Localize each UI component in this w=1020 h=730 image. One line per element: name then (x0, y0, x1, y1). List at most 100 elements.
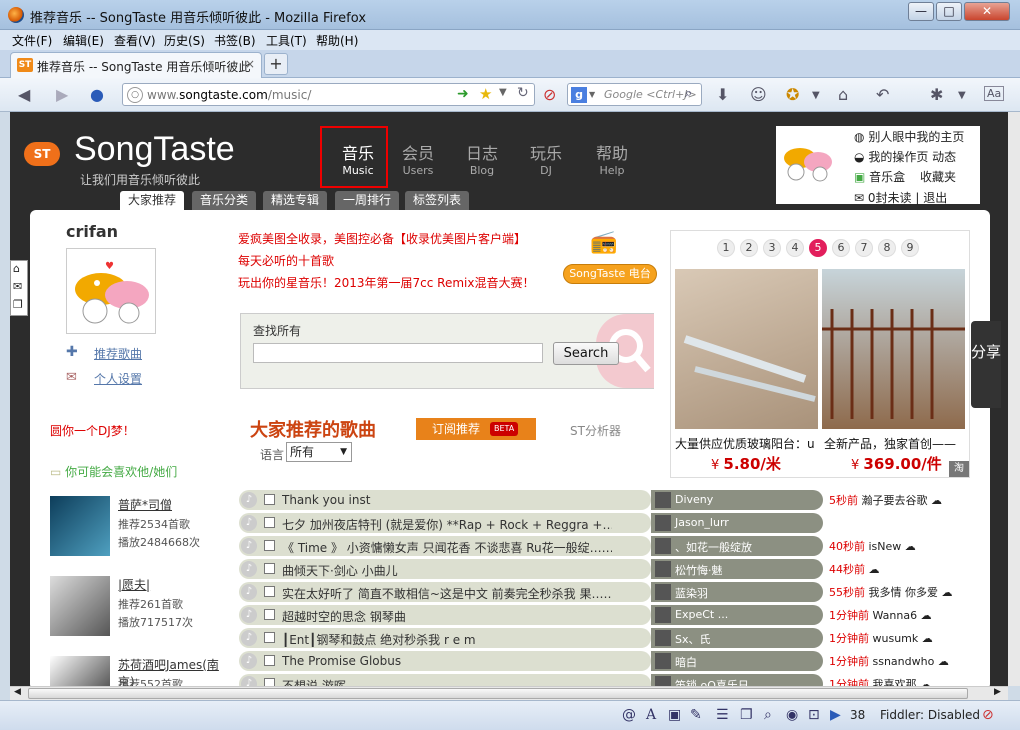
google-engine-icon[interactable]: g (571, 87, 587, 103)
music-note-icon[interactable]: ♪ (241, 676, 257, 686)
play-icon[interactable]: ▶ (830, 707, 841, 723)
recommender-name[interactable]: 笛锁 oO喜乐日 (675, 677, 749, 686)
music-note-icon[interactable]: ♪ (241, 492, 257, 508)
ad-page-2[interactable]: 2 (740, 239, 758, 257)
song-row[interactable]: ♪ ┃Ent┃钢琴和鼓点 绝对秒杀我 r e m Sx、氏 1分钟前 wusumk ☁ (239, 626, 989, 649)
maximize-button[interactable]: □ (936, 2, 962, 21)
home-globe-icon[interactable]: ● (90, 85, 104, 104)
menu-help[interactable]: 帮助(H) (316, 32, 358, 49)
song-bar[interactable]: ♪ 实在太好听了 简直不敢相信~这是中文 前奏完全秒杀我 果…… (239, 582, 651, 602)
settings-icon[interactable]: ✉ (66, 370, 77, 385)
greasemonkey-icon[interactable]: ✪ (786, 85, 799, 104)
subtab-music-category[interactable]: 音乐分类 (192, 191, 257, 210)
my-homepage-link[interactable]: ◍ 别人眼中我的主页 (854, 128, 964, 145)
recommender-bar[interactable]: 松竹悔·魅 (651, 559, 823, 579)
song-checkbox[interactable] (264, 540, 275, 551)
song-title[interactable]: 《 Time 》 小资慵懒女声 只闻花香 不谈悲喜 Ru花一般绽…… (282, 539, 612, 556)
search-icon[interactable]: ⌕ (685, 86, 692, 101)
ad-page-3[interactable]: 3 (763, 239, 781, 257)
music-note-icon[interactable]: ♪ (241, 630, 257, 646)
back-icon[interactable]: ◀ (18, 85, 30, 104)
recommender-name[interactable]: 、如花一般绽放 (675, 539, 752, 555)
nav-dj[interactable]: 玩乐 DJ (518, 140, 574, 177)
promo-link-2[interactable]: 每天必听的十首歌 (238, 252, 334, 269)
personal-settings-link[interactable]: 个人设置 (94, 370, 142, 387)
ad-image[interactable] (675, 269, 818, 429)
recommended-user[interactable]: |愿夫| 推荐261首歌 播放717517次 (50, 576, 230, 646)
song-checkbox[interactable] (264, 632, 275, 643)
ad-page-9[interactable]: 9 (901, 239, 919, 257)
menu-bookmarks[interactable]: 书签(B) (214, 32, 256, 49)
ad-title[interactable]: 全新产品，独家首创—— (824, 435, 956, 452)
firebug-icon[interactable]: ✱ (930, 85, 943, 104)
nav-help[interactable]: 帮助 Help (584, 140, 640, 177)
recommender-bar[interactable]: 、如花一般绽放 (651, 536, 823, 556)
song-row[interactable]: ♪ Thank you inst Diveny 5秒前 瀚子要去谷歌 ☁ (239, 488, 989, 511)
song-title[interactable]: ┃Ent┃钢琴和鼓点 绝对秒杀我 r e m (282, 631, 612, 648)
user-photo[interactable] (50, 496, 110, 556)
recommender-avatar[interactable] (655, 630, 671, 646)
reader-icon[interactable]: Aa (984, 86, 1005, 101)
song-bar[interactable]: ♪ 七夕 加州夜店特刊 (就是爱你) **Rap + Rock + Reggra … (239, 513, 651, 533)
tab-close-icon[interactable]: × (245, 57, 255, 71)
recommender-bar[interactable]: ExpeCt ... (651, 605, 823, 625)
recommender-avatar[interactable] (655, 676, 671, 686)
recommender-name[interactable]: Diveny (675, 493, 713, 506)
song-row[interactable]: ♪ 超越时空的思念 钢琴曲 ExpeCt ... 1分钟前 Wanna6 ☁ (239, 603, 989, 626)
menu-view[interactable]: 查看(V) (114, 32, 156, 49)
recommender-name[interactable]: Sx、氏 (675, 631, 711, 647)
addon-dropdown-icon[interactable]: ▼ (812, 90, 820, 101)
recommender-name[interactable]: 蓝染羽 (675, 585, 708, 601)
song-checkbox[interactable] (264, 655, 275, 666)
recommender-bar[interactable]: 笛锁 oO喜乐日 (651, 674, 823, 686)
user-photo[interactable] (50, 576, 110, 636)
font-icon[interactable]: A (646, 707, 656, 723)
recommender-bar[interactable]: 暗白 (651, 651, 823, 671)
user-avatar-large[interactable]: ♥ (66, 248, 156, 334)
songtaste-logo[interactable]: SongTaste (74, 130, 235, 169)
song-title[interactable]: Thank you inst (282, 493, 612, 507)
zoom-icon[interactable]: ⌕ (764, 707, 772, 723)
music-note-icon[interactable]: ♪ (241, 561, 257, 577)
recommender-name[interactable]: ExpeCt ... (675, 608, 728, 621)
song-title[interactable]: The Promise Globus (282, 654, 612, 668)
fullscreen-icon[interactable]: ⊡ (808, 707, 820, 723)
song-row[interactable]: ♪ 曲倾天下·剑心 小曲儿 松竹悔·魅 44秒前 ☁ (239, 557, 989, 580)
recommender-avatar[interactable] (655, 561, 671, 577)
copy-icon[interactable]: ❐ (13, 298, 23, 311)
favorites-link[interactable]: 收藏夹 (920, 168, 956, 185)
undo-close-icon[interactable]: ↶ (876, 85, 889, 104)
subscribe-button[interactable]: 订阅推荐 BETA (416, 418, 536, 440)
song-bar[interactable]: ♪ 《 Time 》 小资慵懒女声 只闻花香 不谈悲喜 Ru花一般绽…… (239, 536, 651, 556)
song-title[interactable]: 超越时空的思念 钢琴曲 (282, 608, 612, 625)
song-title[interactable]: 七夕 加州夜店特刊 (就是爱你) **Rap + Rock + Reggra +… (282, 516, 612, 533)
engine-dropdown-icon[interactable]: ▼ (589, 90, 595, 99)
bookmark-star-icon[interactable]: ★ (479, 85, 492, 103)
site-identity-icon[interactable]: ○ (127, 87, 143, 103)
my-actions-link[interactable]: ◒ 我的操作页 动态 (854, 148, 956, 165)
song-bar[interactable]: ♪ 曲倾天下·剑心 小曲儿 (239, 559, 651, 579)
st-analyzer-link[interactable]: ST分析器 (570, 422, 621, 439)
search-button[interactable]: Search (553, 342, 619, 365)
songtaste-logo-badge[interactable]: ST (24, 142, 60, 166)
recommender-name[interactable]: 暗白 (675, 654, 697, 670)
close-button[interactable]: ✕ (964, 2, 1010, 21)
web-search-box[interactable]: g ▼ Google <Ctrl+J> ⌕ (567, 83, 702, 106)
recommender-bar[interactable]: 蓝染羽 (651, 582, 823, 602)
tab-songtaste[interactable]: ST 推荐音乐 -- SongTaste 用音乐倾听彼此 × (10, 52, 262, 78)
messages-link[interactable]: ✉ 0封未读 | 退出 (854, 189, 947, 206)
song-bar[interactable]: ♪ Thank you inst (239, 490, 651, 510)
song-checkbox[interactable] (264, 517, 275, 528)
scrollbar-thumb[interactable] (28, 688, 968, 699)
music-note-icon[interactable]: ♪ (241, 538, 257, 554)
recommended-user[interactable]: 普萨*司僧 推荐2534首歌 播放2484668次 (50, 496, 230, 566)
share-button[interactable]: 分享 (971, 321, 1001, 408)
song-bar[interactable]: ♪ 超越时空的思念 钢琴曲 (239, 605, 651, 625)
recommender-avatar[interactable] (655, 607, 671, 623)
song-bar[interactable]: ♪ The Promise Globus (239, 651, 651, 671)
song-bar[interactable]: ♪ ┃Ent┃钢琴和鼓点 绝对秒杀我 r e m (239, 628, 651, 648)
window-icon[interactable]: ❐ (740, 707, 753, 723)
mail-icon[interactable]: ✉ (13, 280, 22, 293)
song-checkbox[interactable] (264, 563, 275, 574)
recommender-bar[interactable]: Sx、氏 (651, 628, 823, 648)
